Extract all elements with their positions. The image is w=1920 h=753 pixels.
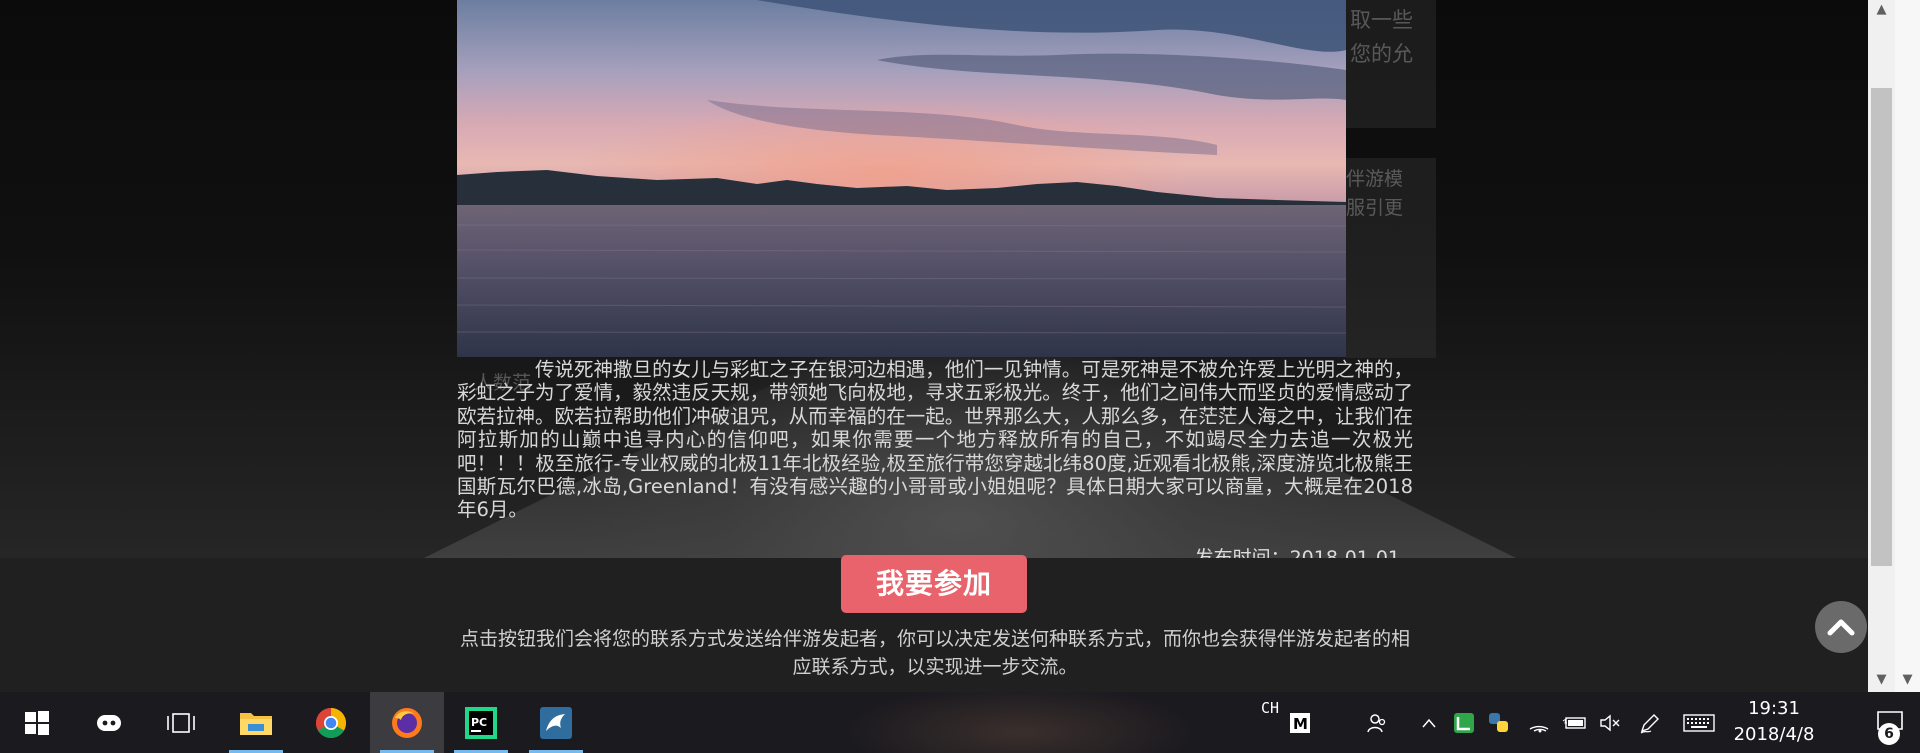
windows-taskbar: PC CH M [0,692,1920,753]
page-scrollbar[interactable]: ▲ ▼ [1868,0,1895,692]
mysql-workbench-button[interactable] [519,692,593,753]
keyboard-icon [1683,713,1715,732]
notification-count-badge: 6 [1878,723,1900,745]
scroll-down-icon[interactable]: ▼ [1895,670,1920,690]
back-to-top-button[interactable] [1815,601,1867,653]
cortana-icon [97,714,121,731]
file-explorer-icon [240,712,272,735]
clock-time: 19:31 [1748,698,1800,719]
background-text: 伴游模 [1346,168,1404,190]
chrome-button[interactable] [294,692,368,753]
task-view-icon [167,712,195,733]
input-method-button[interactable]: M [1284,692,1316,753]
scrollbar-thumb[interactable] [1871,88,1892,566]
cortana-button[interactable] [72,692,146,753]
background-text: 取一些 [1350,8,1413,32]
ime-indicator[interactable]: CH [1261,699,1279,717]
taskbar-clock[interactable]: 19:31 2018/4/8 [1728,692,1820,753]
trip-description: 传说死神撒旦的女儿与彩虹之子在银河边相遇，他们一见钟情。可是死神是不被允许爱上光… [457,358,1413,522]
start-button[interactable] [0,692,74,753]
window-scrollbar[interactable]: ▼ [1895,0,1920,692]
svg-text:PC: PC [471,716,487,729]
chevron-up-icon [1422,718,1436,727]
python-icon [1489,712,1508,732]
pycharm-button[interactable]: PC [444,692,518,753]
chevron-up-icon [1827,619,1855,636]
people-button[interactable] [1362,692,1392,753]
tray-app-button[interactable] [1450,692,1478,753]
scroll-up-icon[interactable]: ▲ [1868,0,1895,20]
firefox-icon [392,707,422,738]
svg-text:M: M [1293,715,1308,733]
pen-icon [1640,713,1659,734]
background-text: 服引更 [1346,197,1404,219]
file-explorer-button[interactable] [219,692,293,753]
battery-button[interactable] [1560,692,1590,753]
firefox-button[interactable] [370,692,444,753]
start-icon [25,710,49,735]
tray-app-button[interactable] [1485,692,1513,753]
volume-muted-icon [1600,714,1620,731]
input-method-icon: M [1290,712,1310,733]
mysql-workbench-icon [540,706,572,739]
join-note: 点击按钮我们会将您的联系方式发送给伴游发起者，你可以决定发送何种联系方式，而你也… [459,628,1410,678]
sunset-lake-photo [457,0,1346,357]
background-text: 您的允 [1350,42,1413,66]
pen-workspace-button[interactable] [1636,692,1664,753]
volume-button[interactable] [1596,692,1624,753]
green-app-icon [1454,712,1474,733]
join-button[interactable]: 我要参加 [841,555,1027,613]
chrome-icon [315,707,347,738]
show-hidden-icons-button[interactable] [1418,692,1440,753]
wifi-icon [1529,725,1549,732]
touch-keyboard-button[interactable] [1680,692,1718,753]
battery-icon [1562,716,1586,729]
scroll-down-icon[interactable]: ▼ [1868,670,1895,690]
task-view-button[interactable] [144,692,218,753]
pycharm-icon: PC [465,706,497,739]
people-icon [1367,713,1386,732]
clock-date: 2018/4/8 [1733,724,1815,745]
wifi-button[interactable] [1525,692,1553,753]
taskbar-wallpaper [820,692,1240,753]
